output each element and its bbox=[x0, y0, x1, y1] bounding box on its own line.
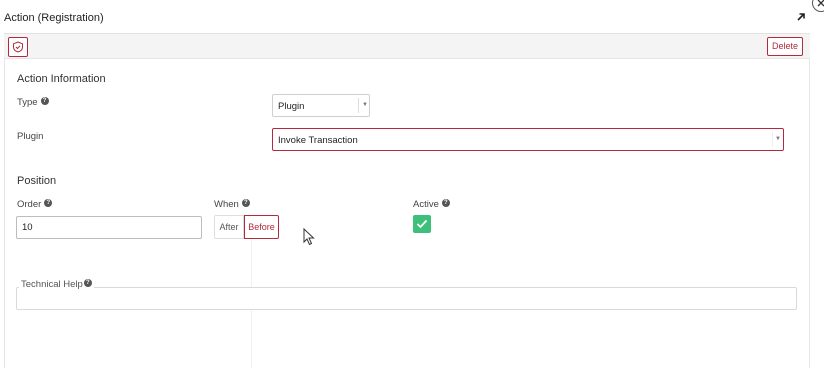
plugin-select-value: Invoke Transaction bbox=[278, 135, 358, 146]
order-label-text: Order bbox=[17, 199, 42, 210]
select-divider bbox=[358, 98, 359, 113]
dialog-title: Action (Registration) bbox=[4, 12, 104, 24]
when-label-text: When bbox=[214, 199, 239, 210]
chevron-down-icon[interactable]: ▼ bbox=[775, 136, 781, 142]
checkmark-icon bbox=[416, 219, 428, 229]
plugin-label: Plugin bbox=[17, 131, 44, 142]
help-icon[interactable]: ? bbox=[44, 199, 53, 207]
content-panel bbox=[4, 59, 810, 368]
technical-help-label-text: Technical Help bbox=[21, 279, 83, 290]
help-icon[interactable]: ? bbox=[241, 199, 250, 207]
when-after-button[interactable]: After bbox=[214, 215, 244, 239]
type-select[interactable]: Plugin ▼ bbox=[272, 94, 370, 117]
action-registration-dialog: Action (Registration) Delete Action Info… bbox=[0, 0, 824, 368]
active-label-text: Active bbox=[413, 199, 439, 210]
mouse-cursor-icon bbox=[303, 228, 315, 246]
help-icon[interactable]: ? bbox=[40, 97, 49, 105]
delete-button[interactable]: Delete bbox=[767, 37, 803, 56]
order-input[interactable] bbox=[16, 216, 202, 239]
select-divider bbox=[772, 132, 773, 147]
active-checkbox[interactable] bbox=[413, 215, 431, 233]
toolbar: Delete bbox=[4, 33, 810, 59]
help-icon[interactable]: ? bbox=[83, 279, 92, 287]
type-label: Type? bbox=[17, 97, 49, 108]
dialog-header: Action (Registration) bbox=[0, 0, 824, 34]
when-label: When? bbox=[214, 199, 250, 210]
expand-arrow-icon[interactable] bbox=[796, 12, 808, 24]
help-icon[interactable]: ? bbox=[441, 199, 450, 207]
technical-help-label: Technical Help? bbox=[19, 279, 94, 290]
active-label: Active? bbox=[413, 199, 450, 210]
when-before-button[interactable]: Before bbox=[244, 215, 279, 239]
order-label: Order? bbox=[17, 199, 53, 210]
plugin-select[interactable]: Invoke Transaction ▼ bbox=[272, 128, 784, 151]
action-information-title: Action Information bbox=[17, 73, 106, 85]
type-label-text: Type bbox=[17, 97, 38, 108]
close-icon[interactable] bbox=[812, 0, 824, 12]
position-title: Position bbox=[17, 175, 57, 187]
shield-button[interactable] bbox=[8, 37, 28, 57]
technical-help-field[interactable] bbox=[16, 287, 797, 310]
type-select-value: Plugin bbox=[278, 101, 305, 112]
chevron-down-icon[interactable]: ▼ bbox=[362, 102, 368, 108]
shield-icon bbox=[13, 41, 23, 53]
